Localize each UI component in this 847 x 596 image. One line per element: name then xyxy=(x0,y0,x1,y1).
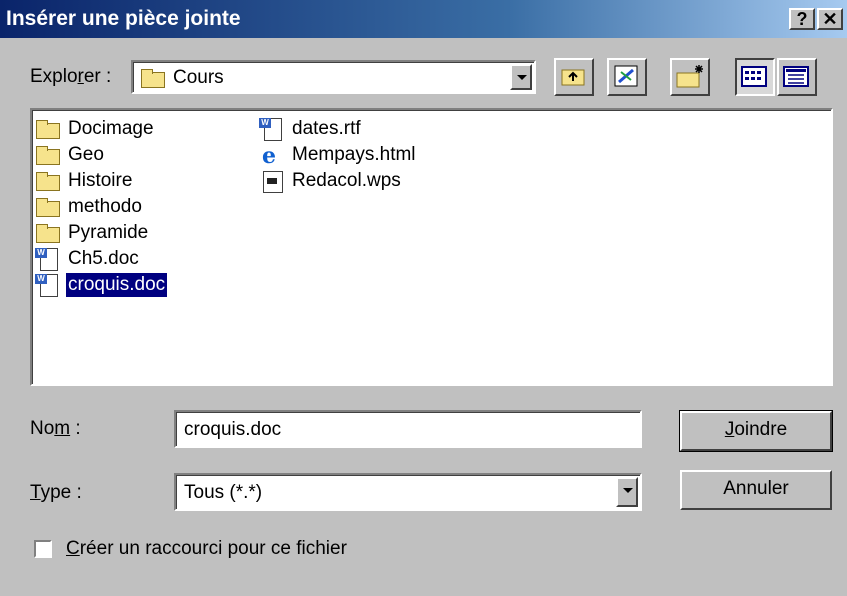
create-shortcut-text: réer un raccourci pour ce fichier xyxy=(79,538,347,559)
file-name: dates.rtf xyxy=(292,118,361,139)
internet-explorer-icon xyxy=(258,143,286,169)
list-item[interactable]: Pyramide xyxy=(34,220,150,246)
name-label-part: No xyxy=(30,418,55,439)
join-button-label: oindre xyxy=(734,419,788,440)
word-document-icon: W xyxy=(34,273,62,297)
file-type-dropdown[interactable] xyxy=(616,477,638,507)
folder-icon xyxy=(34,169,62,193)
folder-icon xyxy=(34,221,62,245)
folder-icon xyxy=(34,195,62,219)
create-shortcut-label[interactable]: Créer un raccourci pour ce fichier xyxy=(66,538,347,560)
desktop-button[interactable] xyxy=(607,58,647,96)
create-shortcut-accel: C xyxy=(66,538,80,559)
close-button[interactable]: ✕ xyxy=(817,8,843,30)
up-folder-button[interactable] xyxy=(554,58,594,96)
new-folder-icon xyxy=(676,65,703,88)
list-item[interactable]: W dates.rtf xyxy=(258,116,363,142)
name-label-accel: m xyxy=(54,418,71,439)
file-name-value: croquis.doc xyxy=(184,419,282,440)
join-button[interactable]: Joindre xyxy=(679,410,833,452)
list-item-selected[interactable]: W croquis.doc xyxy=(34,272,169,298)
explorer-label-part: Explo xyxy=(30,66,78,87)
list-item[interactable]: Histoire xyxy=(34,168,134,194)
title-bar: Insérer une pièce jointe ? ✕ xyxy=(0,0,847,38)
list-item[interactable]: Redacol.wps xyxy=(258,168,403,194)
cancel-button[interactable]: Annuler xyxy=(680,470,832,510)
folder-icon xyxy=(34,117,62,141)
explorer-label-part: er : xyxy=(83,66,112,87)
file-list[interactable]: Docimage Geo Histoire methodo Pyramide W… xyxy=(30,108,833,386)
file-name: methodo xyxy=(68,196,142,217)
join-button-accel: J xyxy=(724,419,735,440)
file-name-input[interactable]: croquis.doc xyxy=(174,410,642,448)
list-item[interactable]: Mempays.html xyxy=(258,142,418,169)
list-view-button[interactable] xyxy=(735,58,775,96)
close-icon: ✕ xyxy=(822,9,838,29)
word-document-icon: W xyxy=(34,247,62,271)
file-name: Redacol.wps xyxy=(292,170,401,191)
file-name: Histoire xyxy=(68,170,133,191)
list-item[interactable]: methodo xyxy=(34,194,144,220)
list-item[interactable]: Docimage xyxy=(34,116,156,142)
explorer-label: Explorer : xyxy=(30,66,111,88)
file-name: Mempays.html xyxy=(292,144,416,165)
current-folder-value: Cours xyxy=(173,67,224,88)
desktop-icon xyxy=(614,65,638,87)
name-label-part: : xyxy=(70,418,81,439)
list-item[interactable]: W Ch5.doc xyxy=(34,246,141,272)
cancel-button-label: Annuler xyxy=(723,478,789,499)
create-shortcut-checkbox[interactable] xyxy=(34,540,52,558)
file-name: Ch5.doc xyxy=(68,248,139,269)
file-type-value: Tous (*.*) xyxy=(184,482,263,503)
word-document-icon: W xyxy=(258,117,286,141)
open-folder-icon xyxy=(139,66,169,88)
type-label: Type : xyxy=(30,482,82,504)
file-name: Pyramide xyxy=(68,222,149,243)
folder-combobox[interactable]: Cours xyxy=(131,60,536,94)
list-item[interactable]: Geo xyxy=(34,142,106,168)
name-label: Nom : xyxy=(30,418,81,440)
new-folder-button[interactable] xyxy=(670,58,710,96)
help-button[interactable]: ? xyxy=(789,8,815,30)
help-icon: ? xyxy=(796,9,808,29)
details-view-icon xyxy=(783,66,809,87)
folder-icon xyxy=(34,143,62,167)
file-name: croquis.doc xyxy=(64,272,169,298)
file-name: Docimage xyxy=(68,118,154,139)
type-label-accel: T xyxy=(30,482,41,503)
up-folder-icon xyxy=(561,69,585,86)
folder-combobox-dropdown[interactable] xyxy=(510,64,532,90)
window-title: Insérer une pièce jointe xyxy=(6,7,241,30)
file-type-select[interactable]: Tous (*.*) xyxy=(174,473,642,511)
file-name: Geo xyxy=(68,144,104,165)
type-label-part: ype : xyxy=(40,482,82,503)
list-view-icon xyxy=(741,66,767,87)
works-document-icon xyxy=(258,169,286,193)
insert-attachment-dialog: Insérer une pièce jointe ? ✕ Explorer : … xyxy=(0,0,847,596)
details-view-button[interactable] xyxy=(777,58,817,96)
